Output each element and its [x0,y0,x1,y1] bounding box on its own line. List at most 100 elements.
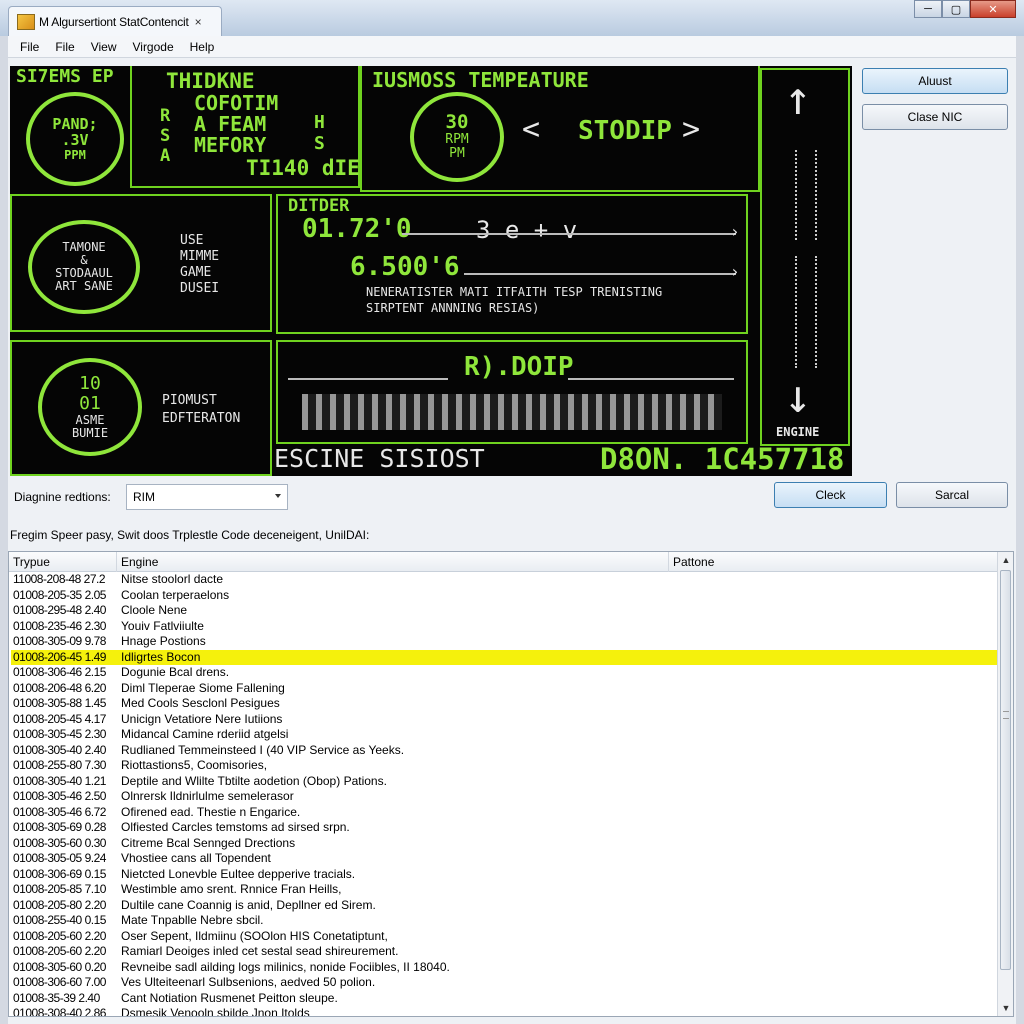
engine-status-label: ESCINE SISIOST [274,444,485,473]
minimize-button[interactable]: ─ [914,0,942,18]
temperature-gauge: 30 RPM PM [410,92,504,182]
list-item[interactable]: 01008-35-39 2.40 Cant Notiation Rusmenet … [11,991,997,1007]
systems-title: SI7EMS EP [16,66,114,87]
cell-type: 01008-305-88 1.45 [13,696,106,710]
cell-engine: Rudlianed Temmeinsteed I (40 VIP Service… [121,742,405,757]
list-item[interactable]: 01008-205-60 2.20 Ramiarl Deoiges inled c… [11,944,997,960]
menu-file[interactable]: File [20,40,39,54]
cell-type: 11008-208-48 27.2 [13,572,106,586]
window-tab[interactable]: M Algursertiont StatContencit × [8,6,222,36]
cell-engine: Cloole Nene [121,603,188,617]
list-item[interactable]: 01008-305-40 2.40 Rudlianed Temmeinsteed … [11,743,997,759]
cell-engine: Midancal Camine rderiid atgelsi [121,727,289,741]
list-item[interactable]: 01008-305-05 9.24 Vhostiee cans all Topen… [11,851,997,867]
cell-engine: Vhostiee cans all Topendent [121,851,271,865]
list-item[interactable]: 01008-205-60 2.20 Oser Sepent, Ildmiinu (… [11,929,997,945]
search-button[interactable]: Sarcal [896,482,1008,508]
list-item[interactable]: 01008-205-35 2.05 Coolan terperaelons [11,588,997,604]
list-item[interactable]: 01008-305-45 2.30 Midancal Camine rderiid… [11,727,997,743]
ditder-arrow-head-1: › [730,222,740,241]
list-item[interactable]: 01008-305-88 1.45 Med Cools Sesclonl Pesi… [11,696,997,712]
cell-type: 01008-305-46 2.50 [13,789,106,803]
tamone-gauge: TAMONE & STODAAUL ART SANE [28,220,140,314]
list-item[interactable]: 01008-306-69 0.15 Nietcted Lonevble Eulte… [11,867,997,883]
cell-engine: Ves Ulteiteenarl Sulbsenions, aedved 50 … [121,975,376,989]
temp-unit: RPM [445,132,469,148]
waveform-bar [302,394,722,430]
list-item[interactable]: 01008-305-69 0.28 Olfiested Carcles temst… [11,820,997,836]
list-header: Trypue Engine Pattone [9,552,999,572]
scroll-thumb[interactable] [1000,570,1011,970]
temp-unit-2: PM [449,146,465,162]
menu-virgode[interactable]: Virgode [132,40,173,54]
column-header-pattone[interactable]: Pattone [669,552,999,572]
panel-thidkne: THIDKNE COFOTIM A FEAM MEFORY R S A H S … [130,66,360,188]
piomust-label-1: ASME [75,412,105,427]
list-item[interactable]: 01008-305-46 2.50 Olnrersk Ildnirlulme se… [11,789,997,805]
menu-file-2[interactable]: File [55,40,74,54]
tamone-text-3: GAME [180,265,212,280]
gauge-label: PAND; [52,114,98,133]
thidkne-title: THIDKNE [166,69,255,93]
cell-type: 01008-306-60 7.00 [13,975,106,989]
column-header-engine[interactable]: Engine [117,552,669,572]
thidkne-left-3: A [160,146,171,166]
stop-label: STODIP [578,116,672,146]
app-icon [17,13,35,30]
list-item[interactable]: 01008-306-46 2.15 Dogunie Bcal drens. [11,665,997,681]
title-bar: M Algursertiont StatContencit × ─ ▢ ✕ [0,0,1024,36]
results-list[interactable]: Trypue Engine Pattone 11008-208-48 27.2 N… [8,551,1014,1017]
list-item[interactable]: 01008-206-48 6.20 Diml Tleperae Siome Fal… [11,681,997,697]
list-item[interactable]: 01008-206-45 1.49 Idligrtes Bocon [11,649,997,665]
cell-type: 01008-205-60 2.20 [13,928,106,943]
list-item[interactable]: 01008-305-60 0.20 Revneibe sadl ailding l… [11,960,997,976]
list-item[interactable]: 01008-295-48 2.40 Cloole Nene [11,603,997,619]
piomust-text-1: PIOMUST [162,393,217,408]
list-item[interactable]: 01008-305-46 6.72 Ofirened ead. Thestie n… [11,805,997,821]
cell-type: 01008-305-69 0.28 [13,820,106,834]
thidkne-line-1: COFOTIM [194,91,279,115]
maximize-button[interactable]: ▢ [942,0,970,18]
cell-type: 01008-206-48 6.20 [13,680,106,695]
scroll-down-icon[interactable]: ▼ [998,1000,1013,1016]
list-item[interactable]: 01008-255-80 7.30 Riottastions5, Coomisor… [11,758,997,774]
thidkne-left-1: R [160,106,171,126]
list-item[interactable]: 01008-255-40 0.15 Mate Tnpablle Nebre sbc… [11,913,997,929]
list-item[interactable]: 01008-235-46 2.30 Youiv Fatlviiulte [11,619,997,635]
scroll-up-icon[interactable]: ▲ [998,552,1013,568]
menu-help[interactable]: Help [190,40,215,54]
list-item[interactable]: 11008-208-48 27.2 Nitse stoolorl dacte [11,572,997,588]
adjust-button[interactable]: Aluust [862,68,1008,94]
menu-bar: File File View Virgode Help [8,36,1016,58]
panel-ditder: DITDER 01.72'0 6.500'6 3 e + v › › NENER… [276,194,748,334]
list-item[interactable]: 01008-205-85 7.10 Westimble amo srent. Rn… [11,882,997,898]
window-controls: ─ ▢ ✕ [914,0,1016,18]
rdoip-title: R).DOIP [464,352,574,382]
menu-view[interactable]: View [91,40,117,54]
chevron-down-icon [275,494,281,498]
cell-engine: Ramiarl Deoiges inled cet sestal sead sh… [121,944,399,958]
panel-systems: SI7EMS EP PAND; .3V PPM [10,66,130,186]
cell-type: 01008-305-40 1.21 [13,773,106,788]
column-header-type[interactable]: Trypue [9,552,117,572]
list-item[interactable]: 01008-205-45 4.17 Unicign Vetatiore Nere … [11,712,997,728]
close-button[interactable]: ✕ [970,0,1016,18]
cell-engine: Unicign Vetatiore Nere Iutiions [121,711,283,726]
close-nic-button[interactable]: Clase NIC [862,104,1008,130]
check-button[interactable]: Cleck [774,482,887,508]
gauge-unit: PPM [64,147,86,162]
diagnose-select[interactable]: RIM [126,484,288,510]
cell-engine: Nitse stoolorl dacte [121,572,224,586]
cell-type: 01008-305-05 9.24 [13,851,106,865]
tab-close-icon[interactable]: × [195,15,202,29]
list-item[interactable]: 01008-306-60 7.00 Ves Ulteiteenarl Sulbse… [11,975,997,991]
tamone-line-4: ART SANE [55,279,113,294]
list-item[interactable]: 01008-305-40 1.21 Deptile and Wlilte Tbti… [11,774,997,790]
list-item[interactable]: 01008-205-80 2.20 Dultile cane Coannig is… [11,898,997,914]
list-item[interactable]: 01008-308-40 2.86 Dsmesik Venooln sbilde … [11,1006,997,1016]
list-item[interactable]: 01008-305-09 9.78 Hnage Postions [11,634,997,650]
tamone-text-2: MIMME [180,249,220,264]
panel-rdoip: R).DOIP [276,340,748,444]
list-item[interactable]: 01008-305-60 0.30 Citreme Bcal Sennged Dr… [11,836,997,852]
vertical-scrollbar[interactable]: ▲ ▼ [997,552,1013,1016]
